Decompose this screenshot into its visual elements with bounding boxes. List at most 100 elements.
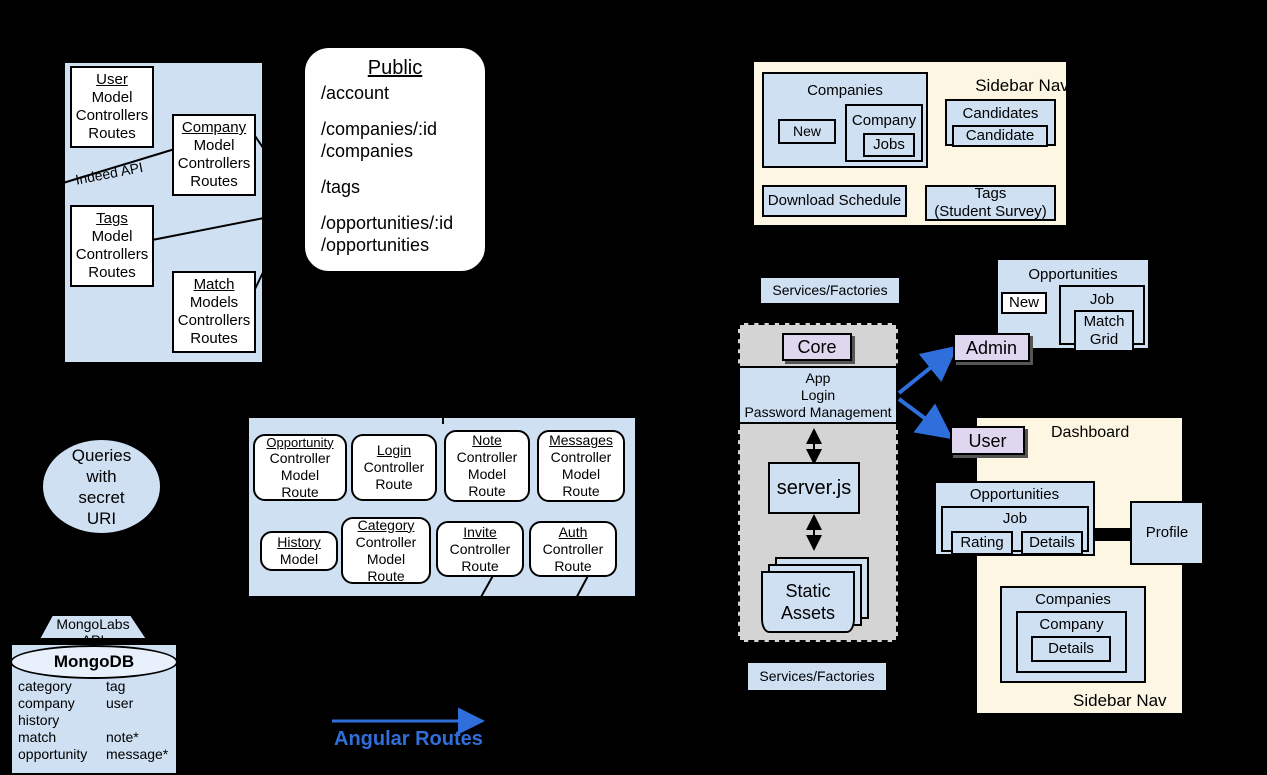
dashboard-label: Dashboard	[1051, 424, 1130, 441]
angular-card-login-title: Login	[376, 442, 412, 458]
public-routes-card: Public /account /companies/:id /companie…	[303, 46, 487, 273]
api-box-user-title: User	[96, 71, 128, 88]
mongo-collection-opportunity: opportunity	[18, 746, 88, 762]
mongodb-title: MongoDB	[53, 652, 135, 671]
angular-card-opportunity-line-1: Controller	[269, 449, 331, 466]
mongo-collection-category: category	[18, 678, 72, 694]
sidebar-download-schedule-button[interactable]: Download Schedule	[762, 185, 907, 217]
sidebar-candidate-box[interactable]: Candidate	[952, 125, 1048, 147]
mongolabs-api-label-line-1: MongoLabs	[56, 616, 130, 632]
api-box-tags: Tags Model Controllers Routes	[70, 205, 154, 287]
sidebar-nav-top-label: Sidebar Nav	[975, 76, 1069, 95]
sidebar-companies-new-button[interactable]: New	[778, 119, 836, 144]
mongo-collection-tag: tag	[106, 678, 126, 694]
angular-card-note-line-1: Controller	[456, 449, 518, 465]
api-box-company-line-1: Model	[193, 137, 235, 154]
angular-card-opportunity-line-3: Route	[281, 483, 319, 500]
api-box-user-line-3: Routes	[88, 125, 136, 142]
public-route-account: /account	[321, 83, 390, 103]
public-route-tags: /tags	[321, 177, 361, 197]
angular-card-login-line-2: Route	[375, 476, 413, 492]
angular-card-auth-line-2: Route	[554, 557, 592, 574]
mongo-collection-history: history	[18, 712, 60, 728]
mongo-collection-blank	[106, 712, 186, 729]
services-factories-top: Services/Factories	[759, 276, 901, 305]
dashboard-details-box[interactable]: Details	[1021, 531, 1083, 555]
api-box-company: Company Model Controllers Routes	[172, 114, 256, 196]
server-js-box: server.js	[768, 462, 860, 514]
mongo-collection-match: match	[18, 729, 57, 745]
angular-card-auth[interactable]: Auth Controller Route	[529, 521, 617, 577]
angular-card-note[interactable]: Note Controller Model Route	[444, 430, 530, 502]
admin-job-title: Job	[1089, 291, 1115, 308]
public-routes-title: Public	[367, 57, 423, 79]
admin-opportunities-title: Opportunities	[1028, 266, 1118, 283]
angular-card-category-line-2: Model	[366, 550, 406, 567]
angular-card-history-title: History	[277, 534, 321, 550]
angular-card-note-title: Note	[472, 432, 502, 448]
sidebar-candidates-title: Candidates	[962, 105, 1039, 122]
angular-card-messages-line-2: Model	[561, 466, 601, 482]
mongodb-collections-right: tag user note* message*	[106, 678, 186, 763]
angular-card-login-line-1: Controller	[363, 459, 425, 475]
angular-card-invite[interactable]: Invite Controller Route	[436, 521, 524, 577]
api-box-company-title: Company	[181, 119, 247, 136]
api-box-user-line-1: Model	[91, 89, 133, 106]
static-assets-line-1: Static	[785, 581, 831, 601]
api-box-company-line-2: Controllers	[177, 155, 251, 172]
role-admin-badge[interactable]: Admin	[953, 333, 1030, 362]
angular-card-auth-title: Auth	[558, 523, 588, 540]
angular-card-note-line-2: Model	[467, 466, 507, 482]
admin-grid-label: Grid	[1089, 331, 1119, 348]
angular-card-category-title: Category	[357, 516, 415, 533]
angular-card-category[interactable]: Category Controller Model Route	[341, 517, 431, 584]
api-box-tags-line-3: Routes	[88, 264, 136, 281]
dashboard-opportunities-title: Opportunities	[969, 486, 1060, 503]
mongo-collection-note: note*	[106, 729, 139, 745]
static-assets-line-2: Assets	[780, 603, 836, 623]
queries-line-4: URI	[86, 508, 117, 528]
admin-opportunities-new-button[interactable]: New	[1001, 292, 1047, 314]
public-route-companies: /companies	[321, 141, 414, 161]
angular-card-opportunity-line-2: Model	[280, 466, 320, 483]
api-box-match: Match Models Controllers Routes	[172, 271, 256, 353]
services-factories-bottom: Services/Factories	[746, 661, 888, 692]
angular-card-auth-line-1: Controller	[542, 540, 604, 557]
angular-card-messages-line-1: Controller	[550, 449, 612, 465]
angular-card-invite-title: Invite	[463, 523, 497, 540]
sidebar-company-title: Company	[851, 112, 917, 129]
angular-card-history-line-1: Model	[279, 551, 319, 567]
api-box-user-line-2: Controllers	[75, 107, 149, 124]
sidebar-company-jobs-box[interactable]: Jobs	[863, 133, 915, 157]
angular-card-messages-line-3: Route	[562, 483, 600, 499]
angular-card-history[interactable]: History Model	[260, 531, 338, 571]
static-assets-document: Static Assets	[761, 571, 855, 633]
mongodb-collections-left: category company history match opportuni…	[18, 678, 108, 763]
angular-card-opportunity[interactable]: Opportunity Controller Model Route	[253, 434, 347, 501]
queries-line-1: Queries	[71, 445, 132, 465]
queries-line-3: secret	[78, 487, 125, 507]
api-box-match-title: Match	[193, 276, 235, 293]
mongo-collection-company: company	[18, 695, 75, 711]
core-app-line-3: Password Management	[744, 403, 892, 420]
core-app-line-2: Login	[800, 386, 836, 403]
dashboard-profile-box[interactable]: Profile	[1130, 501, 1204, 565]
dashboard-company-title: Company	[1039, 616, 1104, 633]
api-box-user: User Model Controllers Routes	[70, 66, 154, 148]
sidebar-tags-box[interactable]: Tags (Student Survey)	[925, 185, 1056, 221]
role-user-badge[interactable]: User	[950, 426, 1025, 455]
angular-card-category-line-3: Route	[367, 567, 405, 584]
dashboard-sidebar-nav-label: Sidebar Nav	[1073, 691, 1167, 710]
dashboard-rating-box[interactable]: Rating	[951, 531, 1013, 555]
mongo-collection-message: message*	[106, 746, 169, 762]
angular-card-messages-title: Messages	[549, 432, 613, 448]
api-box-tags-line-2: Controllers	[75, 246, 149, 263]
dashboard-company-details-box[interactable]: Details	[1031, 636, 1111, 662]
admin-match-grid-box[interactable]: Match Grid	[1074, 310, 1134, 352]
api-box-company-line-3: Routes	[190, 173, 238, 190]
angular-card-login[interactable]: Login Controller Route	[351, 434, 437, 501]
public-route-opportunities-id: /opportunities/:id	[321, 213, 454, 233]
angular-card-messages[interactable]: Messages Controller Model Route	[537, 430, 625, 502]
angular-routes-arrow-label: Angular Routes	[334, 728, 483, 750]
api-box-match-line-1: Models	[189, 294, 239, 311]
